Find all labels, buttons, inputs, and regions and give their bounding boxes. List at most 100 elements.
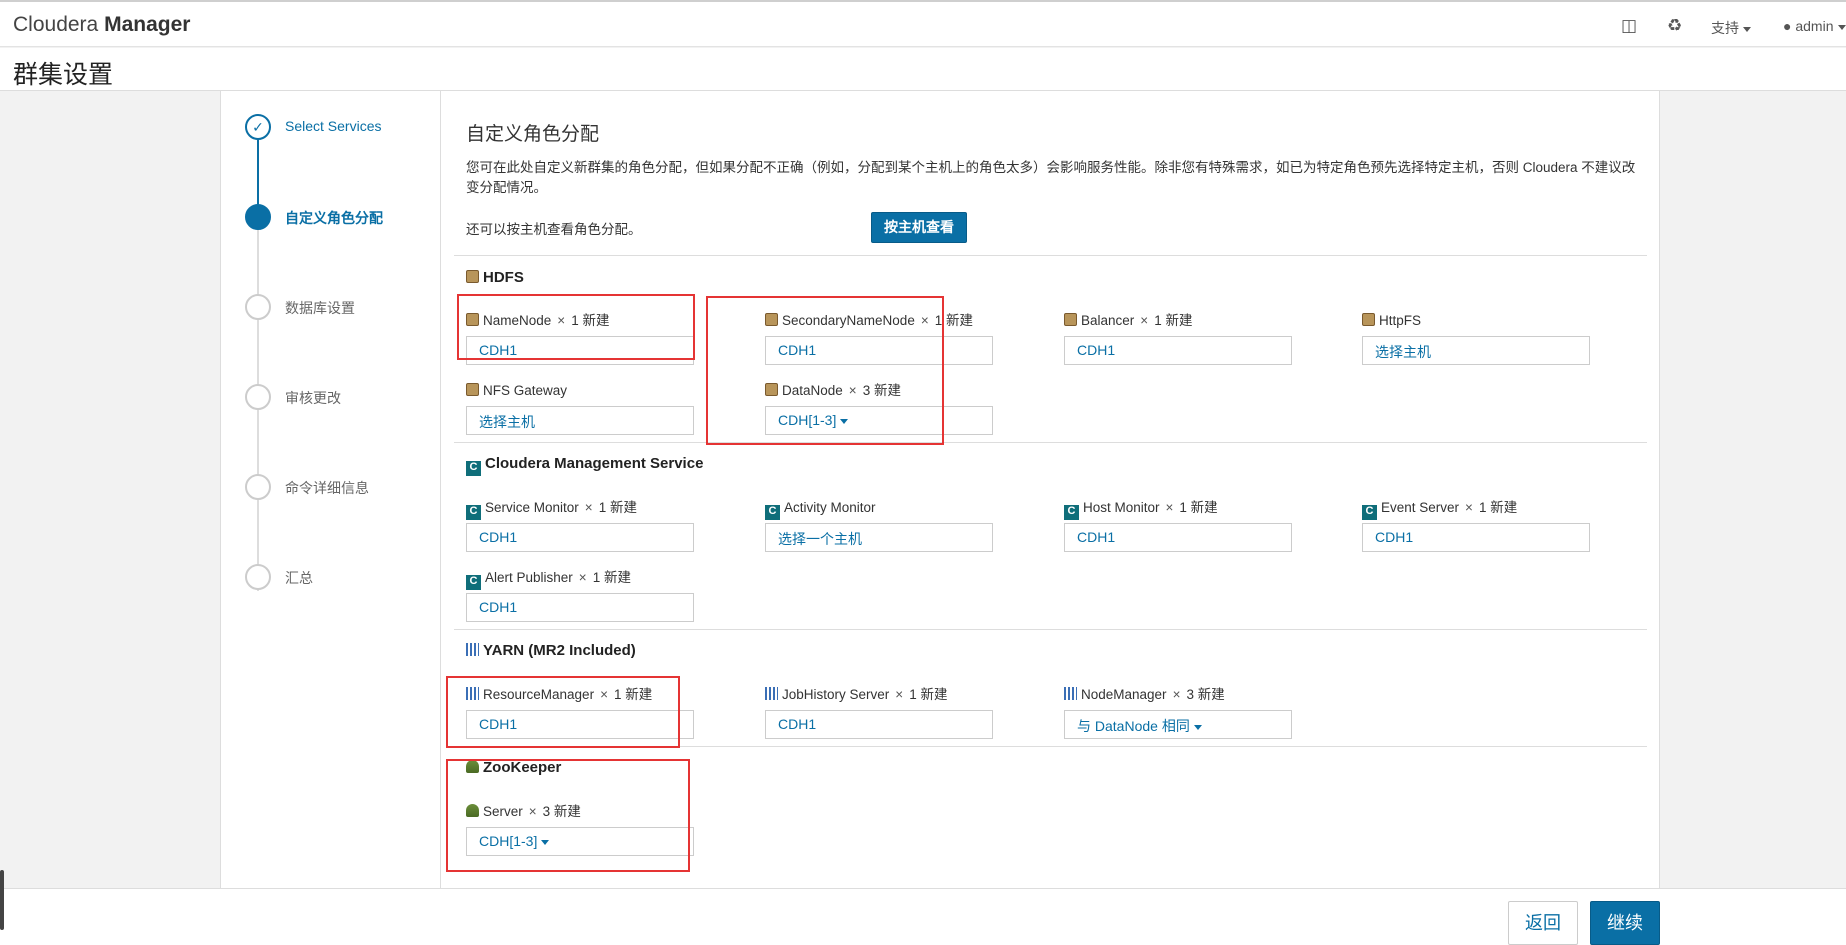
support-label: 支持 [1711,20,1739,36]
host-select[interactable]: CDH1 [1064,336,1292,365]
step-dot [245,564,271,590]
hdfs-icon [1064,313,1077,326]
host-dropdown[interactable]: 与 DataNode 相同 [1064,710,1292,739]
host-value: 与 DataNode 相同 [1077,718,1190,734]
role-name: Host Monitor [1083,500,1160,515]
service-title-label: HDFS [483,269,524,286]
role-name: Alert Publisher [485,570,573,585]
role-name: JobHistory Server [782,687,890,702]
title-bar: 群集设置 [0,48,1846,91]
highlight-namenode [457,294,695,360]
service-cms-title: C Cloudera Management Service [466,455,703,476]
yarn-icon [1064,687,1077,700]
role-count: 1 新建 [1154,313,1193,328]
highlight-zookeeper [446,759,690,872]
cloudera-icon: C [466,461,481,476]
host-select[interactable]: CDH1 [466,593,694,622]
step-label: 汇总 [285,570,313,586]
host-select[interactable]: 选择一个主机 [765,523,993,552]
cloudera-icon: C [1064,505,1079,520]
footer-bar: 返回 继续 [0,888,1846,945]
role-name: Service Monitor [485,500,579,515]
highlight-secondary-datanode [706,296,944,445]
section-description: 您可在此处自定义新群集的角色分配，但如果分配不正确（例如，分配到某个主机上的角色… [466,160,1636,195]
service-hdfs-title: HDFS [466,269,524,286]
host-select[interactable]: 选择主机 [1362,336,1590,365]
role-host-monitor: C Host Monitor × 1 新建 CDH1 [1064,499,1294,552]
role-name: HttpFS [1379,313,1422,328]
briefcase-icon[interactable]: ◫ [1621,16,1637,36]
multiplier: × [1465,500,1473,515]
host-select[interactable]: CDH1 [466,523,694,552]
cloudera-icon: C [765,505,780,520]
divider [454,255,1647,256]
support-menu[interactable]: 支持 [1711,18,1751,38]
host-select[interactable]: CDH1 [765,710,993,739]
step-label: 自定义角色分配 [285,210,383,226]
wizard-steps: ✓ Select Services 自定义角色分配 数据库设置 审核更改 命令详… [221,91,441,888]
user-menu[interactable]: ● admin [1783,18,1846,34]
hdfs-icon [1362,313,1375,326]
step-dot [245,384,271,410]
view-by-host-button[interactable]: 按主机查看 [871,212,967,243]
role-name: Event Server [1381,500,1460,515]
service-title-label: Cloudera Management Service [485,455,704,472]
role-event-server: C Event Server × 1 新建 CDH1 [1362,499,1592,552]
brand-bold: Manager [104,13,191,36]
section-heading: 自定义角色分配 [466,124,600,145]
resize-handle[interactable] [0,870,4,930]
divider [454,629,1647,630]
chevron-down-icon [1193,724,1202,730]
step-dot [245,474,271,500]
service-yarn-title: YARN (MR2 Included) [466,642,636,659]
multiplier: × [1140,313,1149,328]
page-title: 群集设置 [13,61,114,89]
brand-logo[interactable]: Cloudera Manager [13,13,190,37]
chevron-down-icon [1837,24,1846,30]
role-count: 1 新建 [1179,500,1218,515]
role-alert-publisher: C Alert Publisher × 1 新建 CDH1 [466,569,696,622]
multiplier: × [1172,687,1181,702]
by-host-text: 还可以按主机查看角色分配。 [466,222,642,237]
role-service-monitor: C Service Monitor × 1 新建 CDH1 [466,499,696,552]
user-label: admin [1795,18,1834,34]
service-title-label: YARN (MR2 Included) [483,642,636,659]
role-name: Balancer [1081,313,1135,328]
multiplier: × [1165,500,1174,515]
cloudera-icon: C [1362,505,1377,520]
step-label: 审核更改 [285,390,341,406]
step-dot [245,294,271,320]
role-nfs-gateway: NFS Gateway 选择主机 [466,382,696,435]
back-button[interactable]: 返回 [1508,901,1578,945]
yarn-icon [765,687,778,700]
hdfs-icon [466,383,479,396]
cloudera-icon: C [466,575,481,590]
top-navbar: Cloudera Manager ◫ ♻ 支持 ● admin [0,0,1846,47]
role-name: NodeManager [1081,687,1167,702]
multiplier: × [584,500,593,515]
host-select[interactable]: CDH1 [1064,523,1292,552]
hdfs-icon [466,270,479,283]
role-count: 3 新建 [1186,687,1225,702]
role-balancer: Balancer × 1 新建 CDH1 [1064,312,1294,365]
check-icon: ✓ [245,114,271,140]
role-name: NFS Gateway [483,383,568,398]
role-jobhistory-server: JobHistory Server × 1 新建 CDH1 [765,686,995,739]
continue-button[interactable]: 继续 [1590,901,1660,945]
step-label: Select Services [285,118,382,134]
multiplier: × [578,570,587,585]
brand-light: Cloudera [13,13,99,36]
step-dot-active [245,204,271,230]
parcel-icon[interactable]: ♻ [1667,16,1682,36]
role-count: 1 新建 [1478,500,1518,515]
host-select[interactable]: 选择主机 [466,406,694,435]
host-select[interactable]: CDH1 [1362,523,1590,552]
user-icon: ● [1783,18,1796,34]
chevron-down-icon [1743,26,1751,32]
highlight-resourcemanager [446,676,680,748]
yarn-icon [466,643,479,656]
multiplier: × [895,687,904,702]
role-httpfs: HttpFS 选择主机 [1362,312,1592,365]
role-count: 1 新建 [598,500,637,515]
wizard-panel: ✓ Select Services 自定义角色分配 数据库设置 审核更改 命令详… [220,91,1660,888]
